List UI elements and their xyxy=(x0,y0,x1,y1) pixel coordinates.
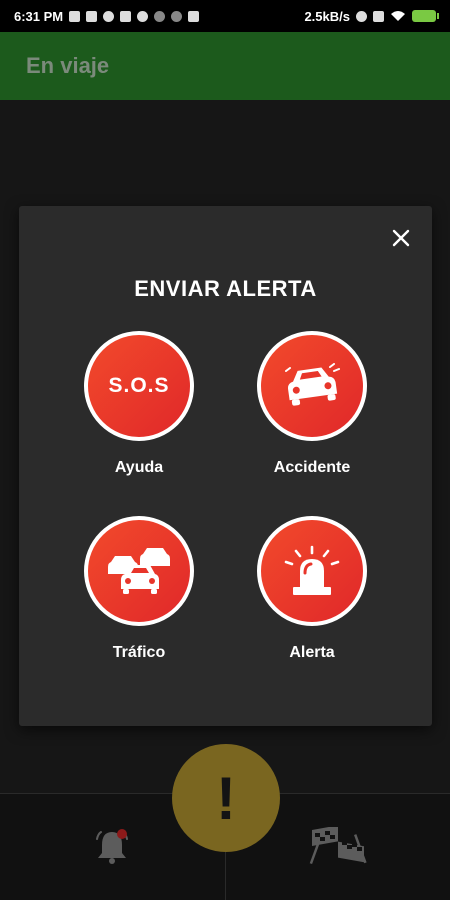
send-alert-dialog: ENVIAR ALERTA S.O.S Ayuda Accidente Tráf… xyxy=(19,206,432,726)
app-bar: En viaje xyxy=(0,32,450,100)
alert-fab-button[interactable]: ! xyxy=(172,744,280,852)
wifi-icon xyxy=(391,11,405,21)
network-speed: 2.5kB/s xyxy=(304,8,350,24)
close-icon xyxy=(392,229,410,247)
car-crash-icon xyxy=(257,331,367,441)
alert-option-accidente[interactable]: Accidente xyxy=(242,331,382,477)
status-left: 6:31 PM xyxy=(14,8,200,24)
app-title: En viaje xyxy=(26,53,110,78)
status-bar: 6:31 PM 2.5kB/s xyxy=(0,0,450,32)
siren-glyph xyxy=(284,545,340,595)
status-right: 2.5kB/s xyxy=(304,8,439,24)
exclamation-icon: ! xyxy=(216,764,236,832)
alert-option-alerta[interactable]: Alerta xyxy=(242,516,382,662)
dot-icon xyxy=(171,10,183,22)
traffic-cars-glyph xyxy=(108,548,170,594)
sync-icon xyxy=(356,10,367,22)
notification-bell-icon xyxy=(92,827,132,867)
play-store-icon xyxy=(188,10,200,22)
screen: 6:31 PM 2.5kB/s En viaje ENVIAR ALERTA S… xyxy=(0,0,450,900)
alert-option-label: Accidente xyxy=(273,459,351,476)
alert-option-label: Tráfico xyxy=(112,644,166,661)
mail-icon xyxy=(120,10,132,22)
status-time: 6:31 PM xyxy=(14,8,64,24)
sos-icon-text: S.O.S xyxy=(108,374,170,397)
close-button[interactable] xyxy=(388,226,414,252)
alert-option-label: Ayuda xyxy=(114,459,164,476)
car-crash-glyph xyxy=(285,363,340,406)
notification-icon xyxy=(69,10,81,22)
notification-icon xyxy=(137,10,149,22)
sim-icon xyxy=(373,10,384,22)
alert-option-ayuda[interactable]: S.O.S Ayuda xyxy=(69,331,209,477)
alert-option-label: Alerta xyxy=(289,644,335,661)
dot-icon xyxy=(154,10,166,22)
battery-icon xyxy=(412,10,439,22)
checkered-flags-icon xyxy=(309,827,367,865)
siren-icon xyxy=(257,516,367,626)
dialog-title: ENVIAR ALERTA xyxy=(134,276,317,301)
traffic-cars-icon xyxy=(84,516,194,626)
sos-icon: S.O.S xyxy=(84,331,194,441)
check-icon xyxy=(103,10,115,22)
notification-icon xyxy=(86,10,98,22)
alert-option-trafico[interactable]: Tráfico xyxy=(69,516,209,662)
